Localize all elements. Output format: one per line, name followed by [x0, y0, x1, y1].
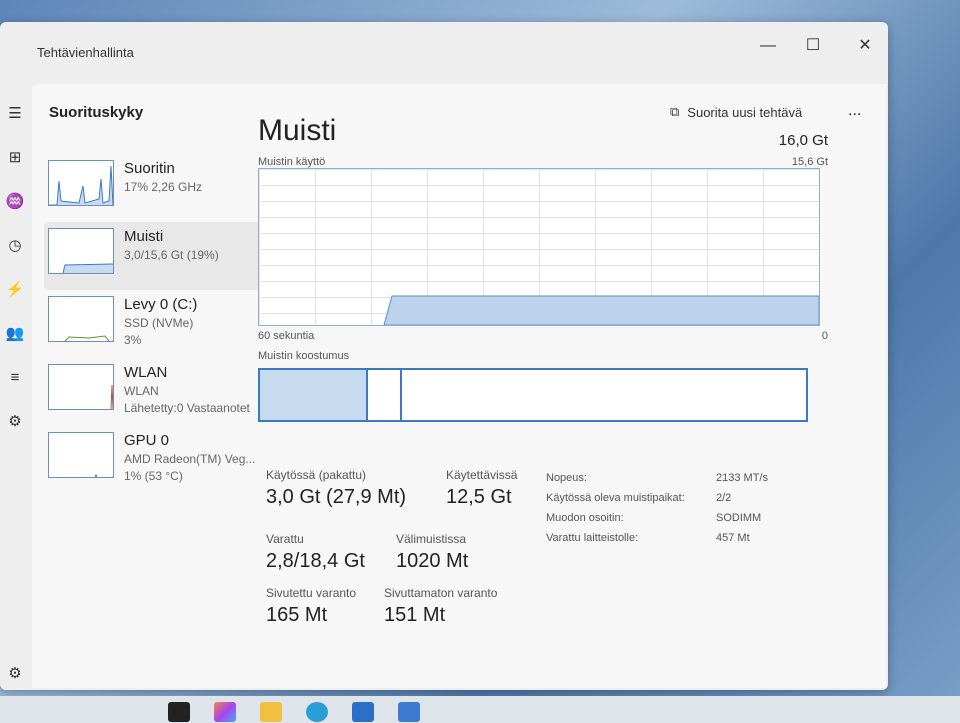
total-memory: 16,0 Gt: [778, 132, 828, 149]
standby-free-segment: [402, 370, 806, 420]
detail-label: Varattu laitteistolle:: [546, 532, 639, 544]
memory-composition-bar: [258, 368, 808, 422]
composition-label: Muistin koostumus: [258, 350, 350, 362]
resource-item-suoritin[interactable]: Suoritin 17% 2,26 GHz: [44, 154, 274, 222]
detail-value: SODIMM: [716, 512, 762, 524]
memory-detail: Muisti 16,0 Gt Muistin käyttö 15,6 Gt 60…: [258, 114, 828, 422]
resource-sub-1: 17% 2,26 GHz: [124, 180, 203, 194]
cached-value: 1020 Mt: [396, 550, 469, 572]
resource-name: Suoritin: [124, 160, 175, 177]
detail-row: Varattu laitteistolle: 457 Mt: [546, 528, 768, 548]
resource-sub-1: 3,0/15,6 Gt (19%): [124, 248, 219, 262]
detail-value: 457 Mt: [716, 532, 750, 544]
nonpaged-pool-label: Sivuttamaton varanto: [384, 586, 498, 600]
resource-thumbnail-graph: [48, 160, 114, 206]
resource-sub-1: WLAN: [124, 384, 159, 398]
usage-area: [383, 295, 819, 325]
detail-row: Muodon osoitin: SODIMM: [546, 508, 768, 528]
memory-stats: Käytössä (pakattu) 3,0 Gt (27,9 Mt) Käyte…: [266, 468, 826, 626]
services-icon[interactable]: ⚙: [0, 400, 30, 444]
detail-row: Käytössä oleva muistipaikat: 2/2: [546, 488, 768, 508]
paged-pool-value: 165 Mt: [266, 604, 328, 626]
nonpaged-pool-value: 151 Mt: [384, 604, 446, 626]
detail-title: Muisti: [258, 114, 337, 147]
committed-label: Varattu: [266, 532, 304, 546]
modified-segment: [368, 370, 402, 420]
startup-icon[interactable]: ⚡: [0, 268, 30, 312]
resource-sub-2: 1% (53 °C): [124, 469, 183, 483]
page-title: Suorituskyky: [49, 104, 144, 121]
resource-sub-1: SSD (NVMe): [124, 316, 194, 330]
task-manager-window: Tehtävienhallinta — ☐ ✕ ☰ ⊞ ♒ ◷ ⚡ 👥 ≡ ⚙ ⚙ Suorit…: [0, 22, 888, 690]
time-axis-end: 0: [821, 330, 828, 342]
taskbar: [0, 696, 960, 723]
in-use-value: 3,0 Gt (27,9 Mt): [266, 486, 407, 508]
in-use-segment: [260, 370, 368, 420]
resource-sub-2: 3%: [124, 333, 142, 347]
resource-item-muisti[interactable]: Muisti 3,0/15,6 Gt (19%): [44, 222, 274, 290]
cached-label: Välimuistissa: [396, 532, 467, 546]
store-icon[interactable]: [352, 702, 374, 722]
usage-graph-max: 15,6 Gt: [791, 156, 828, 168]
hamburger-icon[interactable]: ☰: [0, 92, 30, 136]
paged-pool-label: Sivutettu varanto: [266, 586, 357, 600]
settings-icon[interactable]: ⚙: [0, 652, 30, 696]
nav-rail: ☰ ⊞ ♒ ◷ ⚡ 👥 ≡ ⚙ ⚙: [0, 92, 30, 682]
edge-icon[interactable]: [306, 702, 328, 722]
in-use-label: Käytössä (pakattu): [266, 468, 367, 482]
hardware-details: Nopeus: 2133 MT/s Käytössä oleva muistipai…: [546, 468, 768, 548]
available-value: 12,5 Gt: [446, 486, 512, 508]
detail-label: Käytössä oleva muistipaikat:: [546, 492, 685, 504]
file-explorer-icon[interactable]: [260, 702, 282, 722]
resource-sub-2: Lähetetty:0 Vastaanotet: [124, 401, 250, 415]
time-axis-start: 60 sekuntia: [258, 330, 315, 342]
details-icon[interactable]: ≡: [0, 356, 30, 400]
app-title: Tehtävienhallinta: [37, 45, 134, 60]
users-icon[interactable]: 👥: [0, 312, 30, 356]
minimize-button[interactable]: —: [748, 34, 788, 58]
memory-usage-graph: [258, 168, 820, 326]
taskbar-app-icon[interactable]: [168, 702, 190, 722]
task-manager-taskbar-icon[interactable]: [398, 702, 420, 722]
maximize-button[interactable]: ☐: [793, 34, 833, 58]
resource-sub-1: AMD Radeon(TM) Veg...: [124, 452, 256, 466]
resource-item-wlan[interactable]: WLAN WLAN Lähetetty:0 Vastaanotet: [44, 358, 274, 426]
committed-value: 2,8/18,4 Gt: [266, 550, 365, 572]
detail-value: 2/2: [716, 492, 732, 504]
copilot-icon[interactable]: [214, 702, 236, 722]
history-icon[interactable]: ◷: [0, 224, 30, 268]
resource-name: GPU 0: [124, 432, 170, 449]
resource-name: WLAN: [124, 364, 168, 381]
detail-row: Nopeus: 2133 MT/s: [546, 468, 768, 488]
title-bar: Tehtävienhallinta — ☐ ✕: [0, 22, 888, 82]
resource-item-gpu-0[interactable]: GPU 0 AMD Radeon(TM) Veg... 1% (53 °C): [44, 426, 274, 494]
usage-graph-label: Muistin käyttö: [258, 156, 326, 168]
detail-label: Muodon osoitin:: [546, 512, 624, 524]
resource-item-levy-0-c-[interactable]: Levy 0 (C:) SSD (NVMe) 3%: [44, 290, 274, 358]
performance-icon[interactable]: ♒: [0, 180, 30, 224]
resource-thumbnail-graph: [48, 364, 114, 410]
resource-name: Levy 0 (C:): [124, 296, 198, 313]
resource-thumbnail-graph: [48, 296, 114, 342]
detail-value: 2133 MT/s: [716, 472, 768, 484]
available-label: Käytettävissä: [446, 468, 518, 482]
resource-list: Suoritin 17% 2,26 GHz Muisti 3,0/15,6 Gt…: [44, 154, 274, 494]
more-options-button[interactable]: ...: [848, 102, 861, 120]
detail-label: Nopeus:: [546, 472, 587, 484]
resource-name: Muisti: [124, 228, 164, 245]
resource-thumbnail-graph: [48, 432, 114, 478]
close-button[interactable]: ✕: [845, 34, 885, 58]
processes-icon[interactable]: ⊞: [0, 136, 30, 180]
resource-thumbnail-graph: [48, 228, 114, 274]
